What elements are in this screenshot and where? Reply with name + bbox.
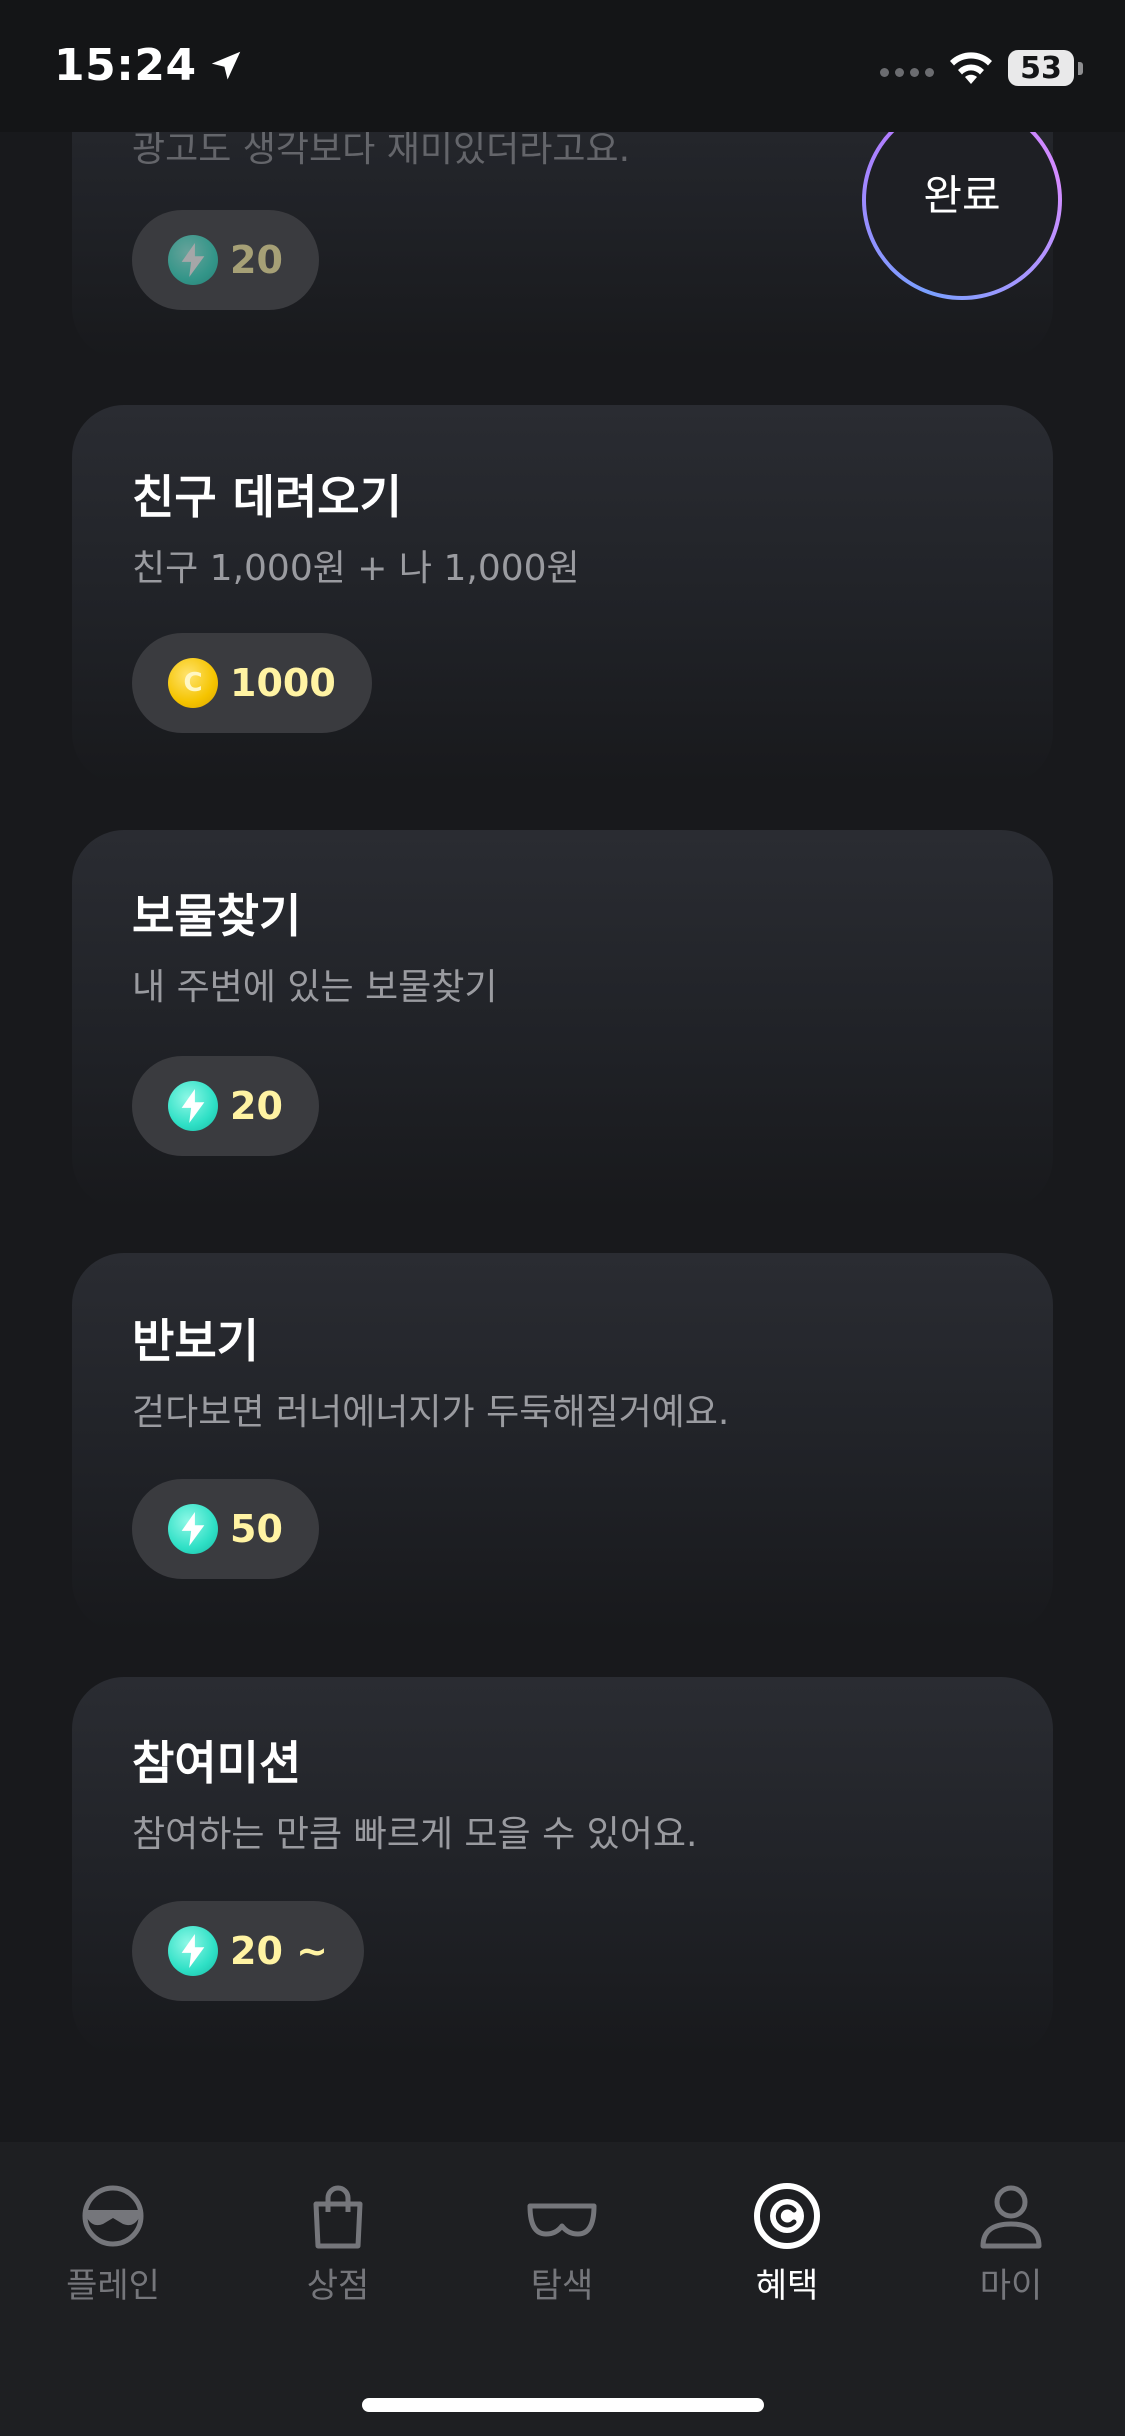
mission-desc: 친구 1,000원 + 나 1,000원 (132, 548, 580, 589)
energy-bolt-icon (168, 1081, 218, 1131)
tab-shop[interactable]: 상점 (258, 2180, 418, 2307)
home-indicator[interactable] (362, 2398, 764, 2412)
reward-pill: 20 (132, 210, 319, 310)
mission-card-half-watch[interactable]: 반보기 걷다보면 러너에너지가 두둑해질거예요. 50 (72, 1253, 1053, 1633)
reward-pill: 20 (132, 1056, 319, 1156)
reward-pill: 20 ~ (132, 1901, 364, 2001)
energy-bolt-icon (168, 1504, 218, 1554)
mission-title: 반보기 (132, 1314, 259, 1368)
energy-bolt-icon (168, 1926, 218, 1976)
mission-card-invite-friend[interactable]: 친구 데려오기 친구 1,000원 + 나 1,000원 C 1000 (72, 405, 1053, 785)
tab-plain[interactable]: 플레인 (33, 2180, 193, 2307)
battery-tip (1078, 62, 1083, 75)
energy-bolt-icon (168, 235, 218, 285)
reward-pill: 50 (132, 1479, 319, 1579)
tab-label: 혜택 (755, 2266, 819, 2306)
mission-desc: 내 주변에 있는 보물찾기 (132, 967, 498, 1008)
mission-title: 친구 데려오기 (132, 470, 402, 524)
reward-value: 50 (230, 1507, 283, 1551)
complete-label: 완료 (866, 104, 1058, 296)
tab-my[interactable]: 마이 (931, 2180, 1091, 2307)
cellular-signal-icon (880, 68, 934, 77)
mission-title: 참여미션 (132, 1736, 302, 1790)
reward-value: 1000 (230, 661, 336, 705)
reward-value: 20 (230, 238, 283, 282)
battery-indicator: 53 (1008, 50, 1074, 86)
benefits-screen: 15:24 53 광고도 생각보다 재미있더라고요. 20 완료 친구 데려오기… (0, 0, 1125, 2436)
coin-c-icon (754, 2183, 820, 2249)
wifi-icon (950, 52, 992, 84)
avatar-sunglasses-icon (82, 2185, 144, 2247)
goggles-icon (527, 2203, 597, 2237)
tab-label: 탐색 (530, 2266, 594, 2306)
coin-icon: C (168, 658, 218, 708)
bottom-tab-bar: 플레인 상점 탐색 혜택 마이 (0, 2142, 1125, 2436)
shopping-bag-icon (313, 2185, 363, 2249)
status-bar: 15:24 53 (0, 0, 1125, 132)
mission-card-treasure-hunt[interactable]: 보물찾기 내 주변에 있는 보물찾기 20 (72, 830, 1053, 1210)
reward-pill: C 1000 (132, 633, 372, 733)
reward-value: 20 ~ (230, 1929, 328, 1973)
tab-label: 플레인 (66, 2266, 160, 2306)
mission-desc: 참여하는 만큼 빠르게 모을 수 있어요. (132, 1814, 698, 1855)
location-arrow-icon (211, 51, 240, 79)
person-icon (980, 2185, 1042, 2249)
reward-value: 20 (230, 1084, 283, 1128)
mission-title: 보물찾기 (132, 889, 302, 943)
tab-label: 마이 (979, 2266, 1043, 2306)
status-time-group: 15:24 (54, 40, 245, 91)
tab-benefits[interactable]: 혜택 (707, 2180, 867, 2307)
mission-desc: 걷다보면 러너에너지가 두둑해질거예요. (132, 1392, 730, 1433)
tab-label: 상점 (306, 2266, 370, 2306)
mission-card-participation[interactable]: 참여미션 참여하는 만큼 빠르게 모을 수 있어요. 20 ~ (72, 1677, 1053, 2057)
tab-explore[interactable]: 탐색 (482, 2180, 642, 2307)
status-time: 15:24 (54, 40, 197, 91)
